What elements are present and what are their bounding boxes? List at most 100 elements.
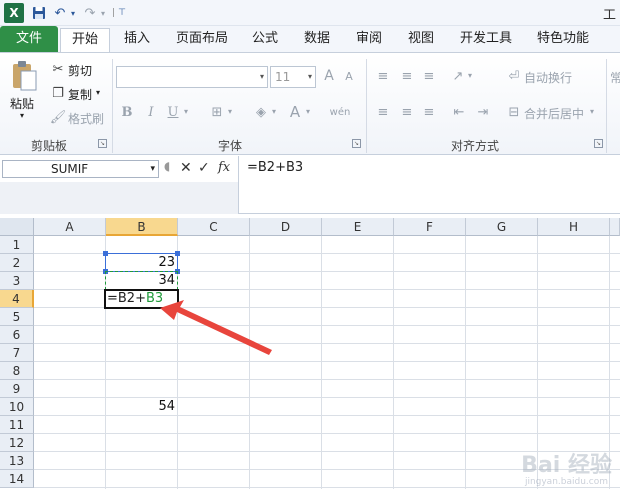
decrease-indent-icon[interactable]: ⇤ — [450, 103, 468, 121]
align-right-icon[interactable]: ≡ — [420, 103, 438, 121]
merge-center-button[interactable]: 合并后居中 — [524, 105, 584, 122]
merge-center-icon[interactable]: ⊟ — [506, 103, 522, 121]
copy-button[interactable]: 复制 — [68, 86, 92, 103]
font-size-box[interactable]: 11 ▾ — [270, 66, 316, 88]
formula-input[interactable]: =B2+B3 — [238, 156, 620, 214]
row-header-9[interactable]: 9 — [0, 380, 34, 398]
orientation-icon[interactable]: ↗ — [448, 67, 468, 85]
b2-reference-highlight — [105, 253, 178, 272]
tab-special-features[interactable]: 特色功能 — [530, 28, 596, 52]
align-top-icon[interactable]: ≡ — [374, 67, 392, 85]
select-all-corner[interactable] — [0, 218, 34, 236]
row-header-10[interactable]: 10 — [0, 398, 34, 416]
number-format-box[interactable]: 常 — [610, 69, 620, 86]
row-header-13[interactable]: 13 — [0, 452, 34, 470]
fill-color-icon[interactable]: ◈ — [252, 103, 270, 121]
row-header-7[interactable]: 7 — [0, 344, 34, 362]
column-header-d[interactable]: D — [250, 218, 322, 236]
align-center-icon[interactable]: ≡ — [398, 103, 416, 121]
scissors-icon[interactable]: ✂ — [50, 61, 66, 77]
font-color-dropdown-icon[interactable]: ▾ — [306, 107, 310, 116]
save-icon[interactable] — [30, 3, 48, 23]
tab-formulas[interactable]: 公式 — [246, 28, 284, 52]
tab-page-layout[interactable]: 页面布局 — [170, 28, 234, 52]
ribbon-tabs: 文件 开始 插入 页面布局 公式 数据 审阅 视图 开发工具 特色功能 — [0, 26, 620, 53]
underline-dropdown-icon[interactable]: ▾ — [184, 107, 188, 116]
alignment-launcher-icon[interactable]: ↘ — [594, 139, 603, 148]
underline-icon[interactable]: U — [166, 103, 180, 121]
grow-font-icon[interactable]: A — [322, 67, 336, 85]
shrink-font-icon[interactable]: A — [342, 67, 356, 85]
column-header-partial[interactable] — [610, 218, 620, 236]
ref-handle[interactable] — [175, 251, 180, 256]
row-header-12[interactable]: 12 — [0, 434, 34, 452]
spreadsheet-grid: A B C D E F G H 1 2 3 4 5 6 7 8 9 10 11 … — [0, 218, 620, 489]
align-bottom-icon[interactable]: ≡ — [420, 67, 438, 85]
cut-button[interactable]: 剪切 — [68, 62, 92, 79]
copy-icon[interactable]: ❐ — [50, 85, 66, 101]
row-header-5[interactable]: 5 — [0, 308, 34, 326]
column-header-c[interactable]: C — [178, 218, 250, 236]
font-color-icon[interactable]: A — [286, 103, 304, 121]
row-header-3[interactable]: 3 — [0, 272, 34, 290]
column-header-a[interactable]: A — [34, 218, 106, 236]
row-header-1[interactable]: 1 — [0, 236, 34, 254]
paste-button[interactable]: 粘贴 — [10, 95, 34, 112]
border-dropdown-icon[interactable]: ▾ — [228, 107, 232, 116]
fill-color-dropdown-icon[interactable]: ▾ — [272, 107, 276, 116]
italic-icon[interactable]: I — [144, 103, 158, 121]
font-group-label: 字体 — [217, 139, 242, 153]
tab-home[interactable]: 开始 — [60, 28, 110, 53]
column-header-g[interactable]: G — [466, 218, 538, 236]
orientation-dropdown-icon[interactable]: ▾ — [468, 71, 472, 80]
increase-indent-icon[interactable]: ⇥ — [474, 103, 492, 121]
undo-icon[interactable]: ↶ — [52, 3, 68, 23]
row-header-14[interactable]: 14 — [0, 470, 34, 488]
row-header-11[interactable]: 11 — [0, 416, 34, 434]
clipboard-group-label: 剪贴板 — [30, 139, 67, 153]
wrap-text-icon[interactable]: ⏎ — [506, 67, 522, 85]
column-header-f[interactable]: F — [394, 218, 466, 236]
font-launcher-icon[interactable]: ↘ — [352, 139, 361, 148]
enter-icon[interactable]: ✓ — [198, 160, 210, 176]
border-icon[interactable]: ⊞ — [208, 103, 226, 121]
phonetic-icon[interactable]: wén — [326, 101, 354, 123]
customize-quick-access-icon[interactable]: ⊤ — [116, 3, 128, 23]
cell-b10[interactable]: 54 — [106, 399, 178, 416]
cancel-icon[interactable]: ✕ — [180, 160, 192, 176]
ref-handle[interactable] — [103, 251, 108, 256]
insert-function-icon[interactable]: fx — [218, 160, 230, 175]
tab-developer[interactable]: 开发工具 — [454, 28, 518, 52]
format-painter-button[interactable]: 格式刷 — [68, 110, 104, 127]
tab-view[interactable]: 视图 — [402, 28, 440, 52]
redo-dropdown-icon[interactable]: ▾ — [98, 3, 108, 23]
column-header-e[interactable]: E — [322, 218, 394, 236]
formula-text-part1: =B2+ — [107, 291, 146, 306]
redo-icon[interactable]: ↷ — [82, 3, 98, 23]
wrap-text-button[interactable]: 自动换行 — [524, 69, 572, 86]
tab-review[interactable]: 审阅 — [350, 28, 388, 52]
align-left-icon[interactable]: ≡ — [374, 103, 392, 121]
name-box[interactable]: SUMIF ▾ — [2, 160, 159, 178]
column-header-h[interactable]: H — [538, 218, 610, 236]
copy-dropdown-icon[interactable]: ▾ — [96, 88, 100, 97]
align-middle-icon[interactable]: ≡ — [398, 67, 416, 85]
tab-file[interactable]: 文件 — [0, 26, 58, 52]
tab-data[interactable]: 数据 — [298, 28, 336, 52]
clipboard-launcher-icon[interactable]: ↘ — [98, 139, 107, 148]
column-header-b[interactable]: B — [106, 218, 178, 236]
format-painter-icon[interactable]: 🖌 — [50, 109, 67, 125]
tab-insert[interactable]: 插入 — [116, 28, 158, 52]
font-name-box[interactable]: ▾ — [116, 66, 268, 88]
merge-dropdown-icon[interactable]: ▾ — [590, 107, 594, 116]
b3-reference-marquee — [105, 271, 178, 290]
paste-icon[interactable] — [8, 59, 40, 93]
toolbar-separator: | — [111, 8, 116, 18]
undo-dropdown-icon[interactable]: ▾ — [68, 3, 78, 23]
paste-dropdown-icon[interactable]: ▾ — [20, 111, 24, 120]
bold-icon[interactable]: B — [120, 103, 134, 121]
row-header-4[interactable]: 4 — [0, 290, 34, 308]
row-header-2[interactable]: 2 — [0, 254, 34, 272]
row-header-6[interactable]: 6 — [0, 326, 34, 344]
row-header-8[interactable]: 8 — [0, 362, 34, 380]
